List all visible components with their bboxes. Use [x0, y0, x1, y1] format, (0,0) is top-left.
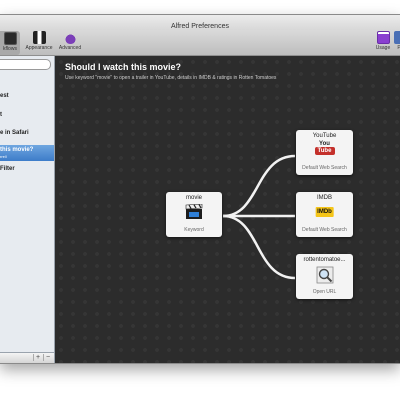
appearance-label: Appearance	[25, 45, 53, 51]
list-item-title: e in Safari	[0, 130, 29, 136]
workflow-sidebar: est t e in Safari this movie? rrell Filt…	[0, 56, 55, 363]
advanced-label: Advanced	[58, 45, 82, 51]
keyword-node[interactable]: movie Keyword	[166, 192, 222, 237]
powerpack-tab[interactable]: P	[394, 31, 400, 55]
sidebar-footer: + −	[0, 352, 54, 363]
advanced-tab[interactable]: Advanced	[57, 31, 83, 55]
imdb-logo-text: IMDb	[315, 207, 334, 217]
window-title: Alfred Preferences	[171, 23, 229, 30]
flask-icon	[63, 31, 77, 44]
add-workflow-button[interactable]: +	[33, 354, 42, 361]
list-item-title: Filter	[0, 166, 15, 172]
workflow-canvas[interactable]: Should I watch this movie? Use keyword "…	[55, 56, 400, 363]
powerpack-label: P	[397, 45, 400, 51]
wire-to-youtube	[222, 154, 296, 218]
title-bar: Alfred Preferences	[0, 15, 400, 30]
search-input[interactable]	[0, 59, 51, 70]
list-item-title: est	[0, 93, 9, 99]
remove-workflow-button[interactable]: −	[43, 354, 52, 361]
imdb-node-subtitle: Default Web Search	[302, 227, 347, 233]
workflows-tab[interactable]: kflows	[0, 31, 20, 55]
rottentomatoes-node-title: rottentomatoe...	[303, 257, 346, 263]
list-item-selected[interactable]: this movie? rrell	[0, 145, 54, 161]
workflows-label: kflows	[3, 46, 17, 52]
workflows-icon	[3, 32, 17, 45]
alfred-preferences-window: Alfred Preferences kflows Appearance Adv…	[0, 14, 400, 364]
youtube-node[interactable]: YouTube You Tube Default Web Search	[296, 130, 353, 175]
clapperboard-icon	[185, 203, 203, 225]
rottentomatoes-node[interactable]: rottentomatoe... Open URL	[296, 254, 353, 299]
tuxedo-icon	[32, 31, 46, 44]
usage-label: Usage	[375, 45, 391, 51]
calendar-chart-icon	[376, 31, 390, 44]
list-item[interactable]: t	[0, 111, 54, 125]
appearance-tab[interactable]: Appearance	[24, 31, 54, 55]
list-item[interactable]: est	[0, 92, 54, 106]
youtube-logo-icon: You Tube	[314, 141, 335, 155]
imdb-logo-icon: IMDb	[315, 207, 334, 217]
youtube-node-subtitle: Default Web Search	[302, 165, 347, 171]
list-item-subtitle: rrell	[0, 154, 7, 159]
keyword-node-title: movie	[185, 195, 202, 201]
wire-to-rottentomatoes	[222, 214, 296, 280]
list-item-title: t	[0, 112, 2, 118]
keyword-node-subtitle: Keyword	[184, 227, 204, 233]
user-icon	[394, 31, 400, 44]
youtube-logo-tube: Tube	[314, 147, 335, 155]
list-item[interactable]: Filter	[0, 165, 54, 179]
toolbar: kflows Appearance Advanced Usage P	[0, 30, 400, 56]
imdb-node[interactable]: IMDB IMDb Default Web Search	[296, 192, 353, 237]
usage-tab[interactable]: Usage	[374, 31, 392, 55]
rottentomatoes-node-subtitle: Open URL	[312, 289, 337, 295]
youtube-node-title: YouTube	[312, 133, 337, 139]
list-item[interactable]: e in Safari	[0, 129, 54, 143]
imdb-node-title: IMDB	[317, 195, 332, 201]
list-item-title: this movie?	[0, 147, 34, 153]
magnifier-icon	[316, 266, 334, 289]
